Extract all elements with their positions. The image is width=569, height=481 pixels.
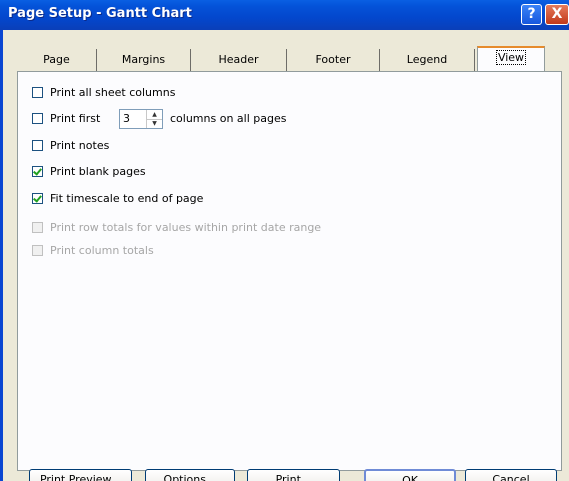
- page-setup-dialog: Page Setup - Gantt Chart ? X Page Margin…: [0, 0, 569, 481]
- columns-count-stepper[interactable]: 3 ▲ ▼: [119, 109, 163, 129]
- tab-label: Footer: [315, 53, 351, 66]
- print-first-label: Print first: [50, 112, 101, 125]
- column-totals-label: Print column totals: [50, 244, 154, 257]
- print-blank-pages-label: Print blank pages: [50, 165, 146, 178]
- fit-timescale-label: Fit timescale to end of page: [50, 192, 204, 205]
- cancel-button[interactable]: Cancel: [465, 469, 557, 481]
- stepper-down-icon[interactable]: ▼: [147, 119, 162, 128]
- options-button[interactable]: Options...: [145, 469, 235, 481]
- ok-button[interactable]: OK: [364, 469, 456, 481]
- column-totals-checkbox: [32, 245, 43, 256]
- tab-margins[interactable]: Margins: [97, 49, 191, 71]
- window-title: Page Setup - Gantt Chart: [8, 6, 192, 21]
- tab-view[interactable]: View: [477, 46, 545, 72]
- fit-timescale-checkbox[interactable]: [32, 193, 43, 204]
- print-all-columns-checkbox[interactable]: [32, 87, 43, 98]
- stepper-buttons: ▲ ▼: [146, 110, 162, 128]
- close-button[interactable]: X: [545, 4, 569, 25]
- print-notes-checkbox[interactable]: [32, 140, 43, 151]
- print-preview-button[interactable]: Print Preview...: [29, 469, 132, 481]
- tab-page[interactable]: Page: [17, 49, 97, 71]
- columns-count-value[interactable]: 3: [123, 112, 130, 125]
- title-bar[interactable]: Page Setup - Gantt Chart ? X: [0, 0, 569, 30]
- view-panel: Print all sheet columns Print first 3 ▲ …: [17, 71, 562, 471]
- tab-label: Header: [218, 53, 259, 66]
- tab-legend[interactable]: Legend: [380, 49, 475, 71]
- print-button[interactable]: Print...: [247, 469, 340, 481]
- help-icon: ?: [527, 6, 536, 22]
- columns-suffix-label: columns on all pages: [170, 112, 287, 125]
- tab-label: Margins: [121, 53, 166, 66]
- tab-strip: Page Margins Header Footer Legend View: [17, 46, 562, 72]
- row-totals-checkbox: [32, 222, 43, 233]
- help-button[interactable]: ?: [521, 4, 542, 25]
- print-blank-pages-checkbox[interactable]: [32, 166, 43, 177]
- tab-label: View: [495, 50, 527, 65]
- tab-footer[interactable]: Footer: [287, 49, 380, 71]
- print-first-checkbox[interactable]: [32, 113, 43, 124]
- tab-label: Page: [43, 53, 70, 66]
- close-icon: X: [551, 6, 563, 22]
- row-totals-label: Print row totals for values within print…: [50, 221, 322, 234]
- print-notes-label: Print notes: [50, 139, 110, 152]
- tab-label: Legend: [406, 53, 448, 66]
- tab-header[interactable]: Header: [191, 49, 287, 71]
- print-all-columns-label: Print all sheet columns: [50, 86, 176, 99]
- dialog-body: Page Margins Header Footer Legend View P…: [0, 30, 569, 481]
